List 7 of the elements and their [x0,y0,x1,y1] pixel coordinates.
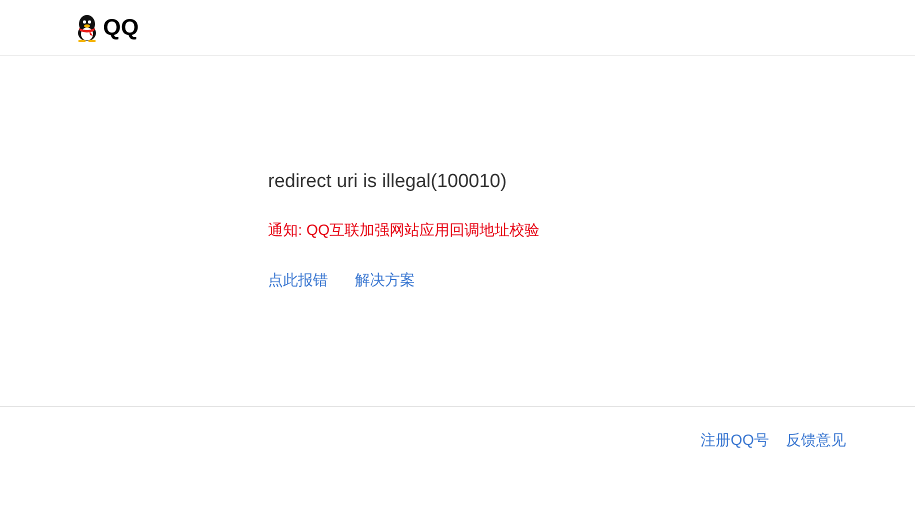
link[interactable]: 点此报错 [268,271,328,291]
error-title: redirect uri is illegal(100010) [268,170,508,194]
link[interactable]: 解决方案 [355,271,415,291]
link[interactable]: 注册QQ号 [700,431,769,451]
notice-text: 通知: QQ互联加强网站应用回调地址校验 [268,221,541,241]
link[interactable]: 反馈意见 [786,431,846,451]
logo-text: QQ [103,16,139,39]
